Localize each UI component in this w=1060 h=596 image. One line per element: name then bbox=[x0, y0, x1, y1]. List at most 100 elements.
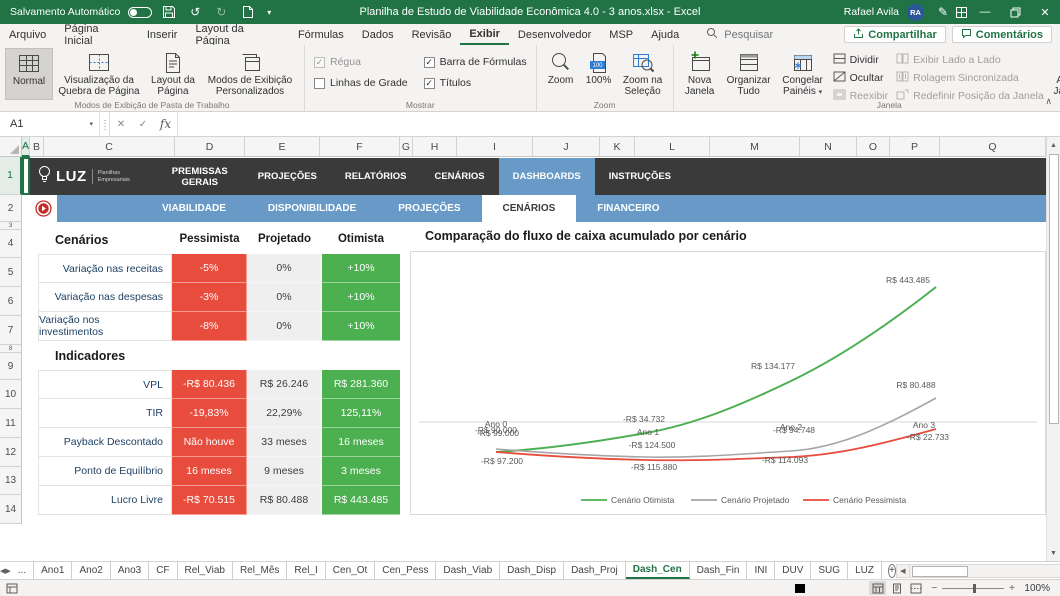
sheet-tab-dash-viab[interactable]: Dash_Viab bbox=[436, 562, 500, 579]
insert-function-icon[interactable]: fx bbox=[154, 112, 178, 136]
page-break-status-button[interactable] bbox=[907, 581, 924, 595]
column-header-i[interactable]: I bbox=[457, 137, 533, 157]
add-sheet-button[interactable]: + bbox=[888, 564, 896, 578]
row-header-11[interactable]: 11 bbox=[0, 409, 22, 438]
row-header-8[interactable]: 8 bbox=[0, 345, 22, 353]
row-header-14[interactable]: 14 bbox=[0, 495, 22, 524]
autosave-toggle[interactable] bbox=[128, 7, 152, 18]
search-input[interactable] bbox=[724, 29, 844, 41]
column-header-f[interactable]: F bbox=[320, 137, 400, 157]
zoom-level[interactable]: 100% bbox=[1022, 583, 1050, 594]
checkbox-barra-de-formulas[interactable]: ✓ Barra de Fórmulas bbox=[424, 56, 527, 68]
nav-instrucoes[interactable]: INSTRUÇÕES bbox=[595, 158, 685, 195]
subnav-financeiro[interactable]: FINANCEIRO bbox=[576, 195, 680, 222]
collapse-ribbon-icon[interactable]: ∧ bbox=[1045, 96, 1052, 107]
sheet-tab-rel-mes[interactable]: Rel_Mês bbox=[233, 562, 287, 579]
sheet-tab-ini[interactable]: INI bbox=[747, 562, 775, 579]
subnav-projecoes[interactable]: PROJEÇÕES bbox=[377, 195, 481, 222]
nav-dashboards[interactable]: DASHBOARDS bbox=[499, 158, 595, 195]
new-window-button[interactable]: Nova Janela bbox=[679, 48, 721, 100]
select-all-corner[interactable] bbox=[0, 137, 22, 157]
zoom-thumb[interactable] bbox=[973, 584, 976, 593]
custom-views-button[interactable]: Modos de Exibição Personalizados bbox=[201, 48, 299, 100]
switch-windows-button[interactable]: Alternar Janelas ▾ bbox=[1048, 48, 1060, 100]
sheet-tab-sug[interactable]: SUG bbox=[811, 562, 848, 579]
column-header-c[interactable]: C bbox=[44, 137, 175, 157]
tab-desenvolvedor[interactable]: Desenvolvedor bbox=[509, 24, 600, 45]
tab-pagina-inicial[interactable]: Página Inicial bbox=[55, 24, 138, 45]
restore-button[interactable] bbox=[1000, 0, 1030, 24]
undo-icon[interactable]: ↺ bbox=[186, 3, 204, 21]
sheet-tab-ano2[interactable]: Ano2 bbox=[72, 562, 110, 579]
vertical-scrollbar[interactable]: ▲ ▼ bbox=[1046, 137, 1060, 561]
active-cell-a1[interactable] bbox=[22, 157, 30, 195]
zoom-slider[interactable]: − + bbox=[931, 583, 1015, 594]
sheet-tab-dash-cen[interactable]: Dash_Cen bbox=[626, 562, 690, 579]
share-button[interactable]: Compartilhar bbox=[844, 26, 945, 43]
accessibility-icon[interactable] bbox=[0, 583, 18, 594]
zoom-out-icon[interactable]: − bbox=[931, 583, 937, 594]
video-play-button[interactable] bbox=[30, 195, 57, 222]
tab-dados[interactable]: Dados bbox=[353, 24, 403, 45]
sheet-tab-cf[interactable]: CF bbox=[149, 562, 177, 579]
tab-inserir[interactable]: Inserir bbox=[138, 24, 187, 45]
row-header-3[interactable]: 3 bbox=[0, 222, 22, 230]
row-header-1[interactable]: 1 bbox=[0, 157, 22, 195]
sheet-tab-rel-i[interactable]: Rel_I bbox=[287, 562, 325, 579]
row-header-7[interactable]: 7 bbox=[0, 316, 22, 345]
column-header-q[interactable]: Q bbox=[940, 137, 1046, 157]
zoom-button[interactable]: Zoom bbox=[542, 48, 580, 100]
tab-formulas[interactable]: Fórmulas bbox=[289, 24, 353, 45]
scenario-chart[interactable]: Ano 0 -R$ 90.000 -R$ 99.000 -R$ 97.200 -… bbox=[410, 251, 1046, 515]
row-header-10[interactable]: 10 bbox=[0, 380, 22, 409]
nav-premissas-gerais[interactable]: PREMISSAS GERAIS bbox=[156, 158, 244, 195]
comments-button[interactable]: Comentários bbox=[952, 26, 1052, 43]
column-header-j[interactable]: J bbox=[533, 137, 600, 157]
export-icon[interactable] bbox=[238, 3, 256, 21]
row-header-6[interactable]: 6 bbox=[0, 287, 22, 316]
formula-input[interactable] bbox=[178, 112, 1060, 136]
sheet-tab-dash-disp[interactable]: Dash_Disp bbox=[500, 562, 564, 579]
minimize-button[interactable]: — bbox=[970, 0, 1000, 24]
freeze-panes-button[interactable]: Congelar Painéis ▾ bbox=[777, 48, 829, 100]
sheet-tab-ano3[interactable]: Ano3 bbox=[111, 562, 149, 579]
column-header-p[interactable]: P bbox=[890, 137, 940, 157]
checkbox-titulos[interactable]: ✓ Títulos bbox=[424, 77, 527, 89]
tab-layout-da-pagina[interactable]: Layout da Página bbox=[186, 24, 289, 45]
row-header-4[interactable]: 4 bbox=[0, 230, 22, 258]
search-box[interactable] bbox=[706, 24, 844, 45]
hscroll-track[interactable] bbox=[910, 564, 1060, 578]
column-header-o[interactable]: O bbox=[857, 137, 890, 157]
vertical-scroll-thumb[interactable] bbox=[1049, 154, 1059, 424]
sheet-tab-luz[interactable]: LUZ bbox=[848, 562, 882, 579]
user-name[interactable]: Rafael Avila bbox=[844, 6, 899, 18]
hide-button[interactable]: Ocultar bbox=[833, 71, 889, 85]
sheet-tab-duv[interactable]: DUV bbox=[775, 562, 811, 579]
row-header-2[interactable]: 2 bbox=[0, 195, 22, 222]
arrange-all-button[interactable]: Organizar Tudo bbox=[721, 48, 777, 100]
close-button[interactable]: ✕ bbox=[1030, 0, 1060, 24]
tab-arquivo[interactable]: Arquivo bbox=[0, 24, 55, 45]
row-header-12[interactable]: 12 bbox=[0, 438, 22, 467]
row-header-5[interactable]: 5 bbox=[0, 258, 22, 287]
sheet-tab-cen-ot[interactable]: Cen_Ot bbox=[326, 562, 375, 579]
name-box[interactable]: A1 ▾ bbox=[0, 112, 100, 136]
tab-ajuda[interactable]: Ajuda bbox=[642, 24, 688, 45]
column-header-l[interactable]: L bbox=[635, 137, 710, 157]
tab-revisao[interactable]: Revisão bbox=[403, 24, 461, 45]
nav-cenarios[interactable]: CENÁRIOS bbox=[420, 158, 498, 195]
sheet-tab-ellipsis[interactable]: ... bbox=[11, 562, 34, 579]
column-header-m[interactable]: M bbox=[710, 137, 800, 157]
normal-view-button[interactable]: Normal bbox=[5, 48, 53, 100]
sheet-tab-rel-viab[interactable]: Rel_Viab bbox=[178, 562, 233, 579]
save-icon[interactable] bbox=[160, 3, 178, 21]
sheet-grid[interactable]: LUZ PlanilhasEmpresariais PREMISSAS GERA… bbox=[22, 157, 1046, 561]
checkbox-linhas-de-grade[interactable]: Linhas de Grade bbox=[314, 77, 408, 89]
hscroll-left-icon[interactable]: ◀ bbox=[896, 564, 910, 578]
sheet-tab-cen-pess[interactable]: Cen_Pess bbox=[375, 562, 436, 579]
column-header-k[interactable]: K bbox=[600, 137, 635, 157]
subnav-disponibilidade[interactable]: DISPONIBILIDADE bbox=[247, 195, 377, 222]
column-header-g[interactable]: G bbox=[400, 137, 413, 157]
row-header-13[interactable]: 13 bbox=[0, 467, 22, 495]
column-header-e[interactable]: E bbox=[245, 137, 320, 157]
